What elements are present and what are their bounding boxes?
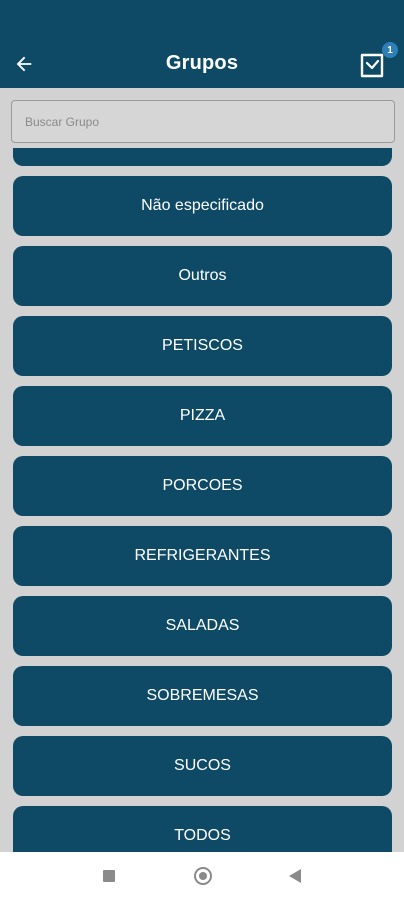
back-triangle-icon[interactable] xyxy=(289,869,301,883)
system-nav-bar xyxy=(0,852,404,900)
recents-square-icon[interactable] xyxy=(103,870,115,882)
group-button[interactable]: PORCOES xyxy=(13,456,392,516)
home-circle-icon[interactable] xyxy=(194,867,212,885)
group-button[interactable]: SALADAS xyxy=(13,596,392,656)
group-button[interactable]: SUCOS xyxy=(13,736,392,796)
page-title: Grupos xyxy=(165,52,239,74)
group-button[interactable]: PETISCOS xyxy=(13,316,392,376)
group-button[interactable]: PIZZA xyxy=(13,386,392,446)
app-bar: Grupos 1 xyxy=(0,0,404,88)
group-button[interactable] xyxy=(13,148,392,166)
search-box xyxy=(11,100,395,143)
group-list-items: Não especificado Outros PETISCOS PIZZA P… xyxy=(13,148,392,852)
group-button[interactable]: SOBREMESAS xyxy=(13,666,392,726)
cart-button[interactable]: 1 xyxy=(356,42,398,82)
search-input[interactable] xyxy=(12,101,394,142)
group-button[interactable]: Não especificado xyxy=(13,176,392,236)
group-button[interactable]: Outros xyxy=(13,246,392,306)
group-button[interactable]: REFRIGERANTES xyxy=(13,526,392,586)
group-list: Não especificado Outros PETISCOS PIZZA P… xyxy=(0,148,404,852)
cart-count-badge: 1 xyxy=(382,42,398,58)
group-button[interactable]: TODOS xyxy=(13,806,392,852)
